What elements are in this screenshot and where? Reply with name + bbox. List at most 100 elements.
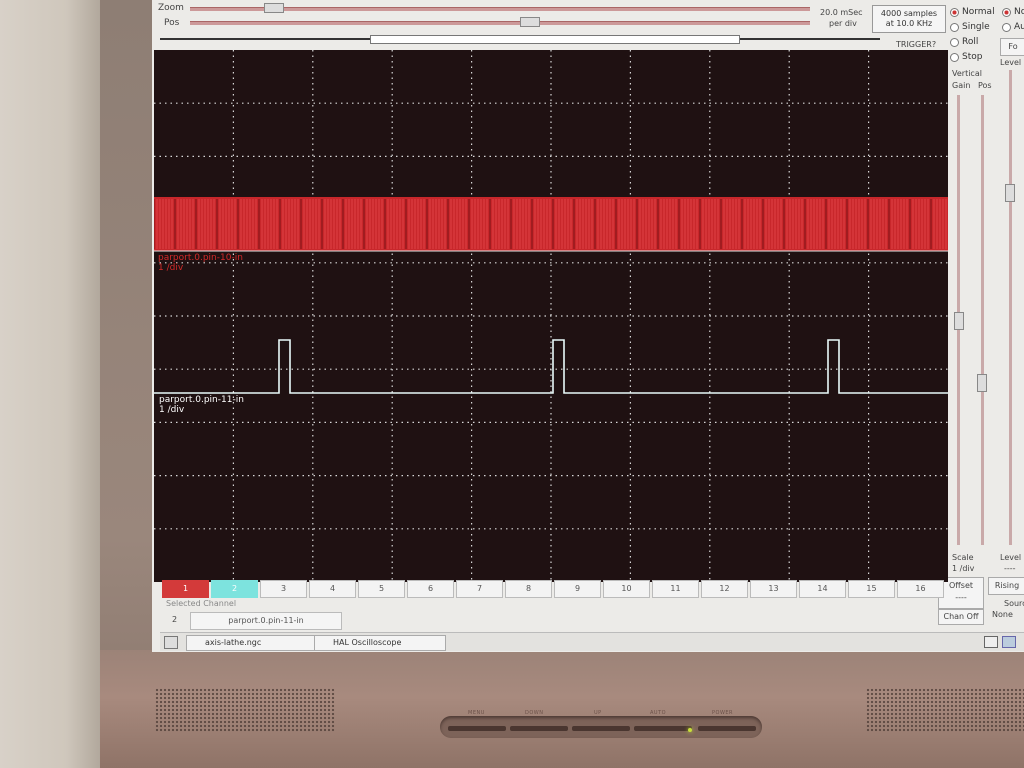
channel-button-1[interactable]: 1 [162,580,209,598]
monitor-menu-button[interactable] [448,726,506,731]
scale-label: Scale [952,553,974,562]
power-led [688,728,692,732]
channel-button-15[interactable]: 15 [848,580,895,598]
task-axis-lathe-label: axis-lathe.ngc [205,638,262,647]
trace-pin-10-scale: 1 /div [158,263,184,273]
vpos-slider-track[interactable] [981,95,984,545]
task-axis-lathe[interactable]: axis-lathe.ngc [186,635,324,651]
radio-indicator-trig-normal [1002,7,1011,17]
pos-slider-track[interactable] [190,21,810,25]
monitor-up-button[interactable] [572,726,630,731]
channel-button-8[interactable]: 8 [505,580,552,598]
task-hal-oscilloscope[interactable]: HAL Oscilloscope [314,635,446,651]
run-mode-stop[interactable]: Stop [950,52,982,62]
selected-channel-number: 2 [172,615,178,624]
channel-button-10[interactable]: 10 [603,580,650,598]
monitor-auto-label: AUTO [650,710,667,716]
channel-button-12[interactable]: 12 [701,580,748,598]
sample-info-button[interactable]: 4000 samples at 10.0 KHz [872,5,946,33]
wall-background [0,0,110,768]
monitor-up-label: UP [594,710,602,716]
scope-grid [154,50,948,582]
selected-channel-label: Selected Channel [166,599,237,608]
zoom-label: Zoom [158,3,184,13]
workspace-active-icon[interactable] [1002,636,1016,648]
channel-button-4[interactable]: 4 [309,580,356,598]
vertical-title: Vertical [952,69,982,78]
run-mode-roll[interactable]: Roll [950,37,978,47]
right-speaker-grille [866,688,1024,732]
channel-button-16[interactable]: 16 [897,580,944,598]
trigger-mode-normal[interactable]: No [1002,7,1024,17]
chan-off-button[interactable]: Chan Off [938,609,984,625]
per-div-label: per div [829,19,857,28]
trigger-mode-auto[interactable]: Au [1002,22,1024,32]
vpos-slider-thumb[interactable] [977,374,987,392]
monitor-power-button[interactable] [698,726,756,731]
channel-button-5[interactable]: 5 [358,580,405,598]
trigger-level-slider-track[interactable] [1009,70,1012,545]
level-value: ---- [1004,564,1016,573]
trigger-mode-normal-label: No [1014,7,1024,17]
radio-indicator-roll [950,37,959,47]
channel-button-3[interactable]: 3 [260,580,307,598]
trace-pin-11-scale: 1 /div [159,405,185,415]
pos-slider-thumb[interactable] [520,17,540,27]
trigger-level-label: Level [1000,58,1022,67]
radio-indicator-normal [950,7,959,17]
monitor-auto-button[interactable] [634,726,692,731]
channel-button-2[interactable]: 2 [211,580,258,598]
grid-lines [154,50,948,582]
radio-indicator-single [950,22,959,32]
pos-label: Pos [164,18,180,28]
run-mode-roll-label: Roll [962,37,979,47]
channel-button-9[interactable]: 9 [554,580,601,598]
scale-value: 1 /div [952,564,975,573]
channel-button-14[interactable]: 14 [799,580,846,598]
sample-rate-text: at 10.0 KHz [885,19,933,28]
source-value: None [992,610,1013,619]
source-label: Source [1004,599,1024,608]
channel-button-11[interactable]: 11 [652,580,699,598]
vpos-label: Pos [978,81,992,90]
trigger-mode-auto-label: Au [1014,22,1024,32]
show-desktop-icon[interactable] [164,636,178,649]
rising-button[interactable]: Rising [988,577,1024,595]
selected-channel-name[interactable]: parport.0.pin-11-in [190,612,342,630]
taskbar: axis-lathe.ngc HAL Oscilloscope [160,632,1024,651]
run-mode-single[interactable]: Single [950,22,990,32]
channel-button-7[interactable]: 7 [456,580,503,598]
monitor-menu-label: MENU [468,710,485,716]
radio-indicator-trig-auto [1002,22,1011,32]
channel-selector: 1 2 3 4 5 6 7 8 9 10 11 12 13 14 15 16 [162,580,944,598]
radio-indicator-stop [950,52,959,62]
gain-slider-thumb[interactable] [954,312,964,330]
run-mode-single-label: Single [962,22,990,32]
trigger-status: TRIGGER? [896,40,937,49]
monitor-down-label: DOWN [525,710,544,716]
oscilloscope-display: parport.0.pin-10-in 1 /div parport.0.pin… [154,50,948,582]
zoom-slider-thumb[interactable] [264,3,284,13]
time-per-div: 20.0 mSec [820,8,863,17]
record-window-indicator [370,35,740,44]
level-label: Level [1000,553,1022,562]
monitor-down-button[interactable] [510,726,568,731]
trace-pin-10-name: parport.0.pin-10-in [158,253,243,263]
trace-pin-11-name: parport.0.pin-11-in [159,395,244,405]
samples-text: 4000 samples [880,9,938,18]
trace-pin-11-label: parport.0.pin-11-in 1 /div [159,395,244,415]
channel-button-13[interactable]: 13 [750,580,797,598]
gain-label: Gain [952,81,971,90]
run-mode-normal[interactable]: Normal [950,7,995,17]
trigger-level-slider-thumb[interactable] [1005,184,1015,202]
force-trigger-button[interactable]: Fo [1000,38,1024,56]
workspace-switcher-icon[interactable] [984,636,998,648]
run-mode-normal-label: Normal [962,7,995,17]
channel-button-6[interactable]: 6 [407,580,454,598]
trace-pin-10-label: parport.0.pin-10-in 1 /div [158,253,243,273]
left-speaker-grille [155,688,335,732]
monitor-power-label: POWER [712,710,734,716]
offset-value: ---- [955,593,967,602]
run-mode-stop-label: Stop [962,52,983,62]
task-hal-oscilloscope-label: HAL Oscilloscope [333,638,402,647]
